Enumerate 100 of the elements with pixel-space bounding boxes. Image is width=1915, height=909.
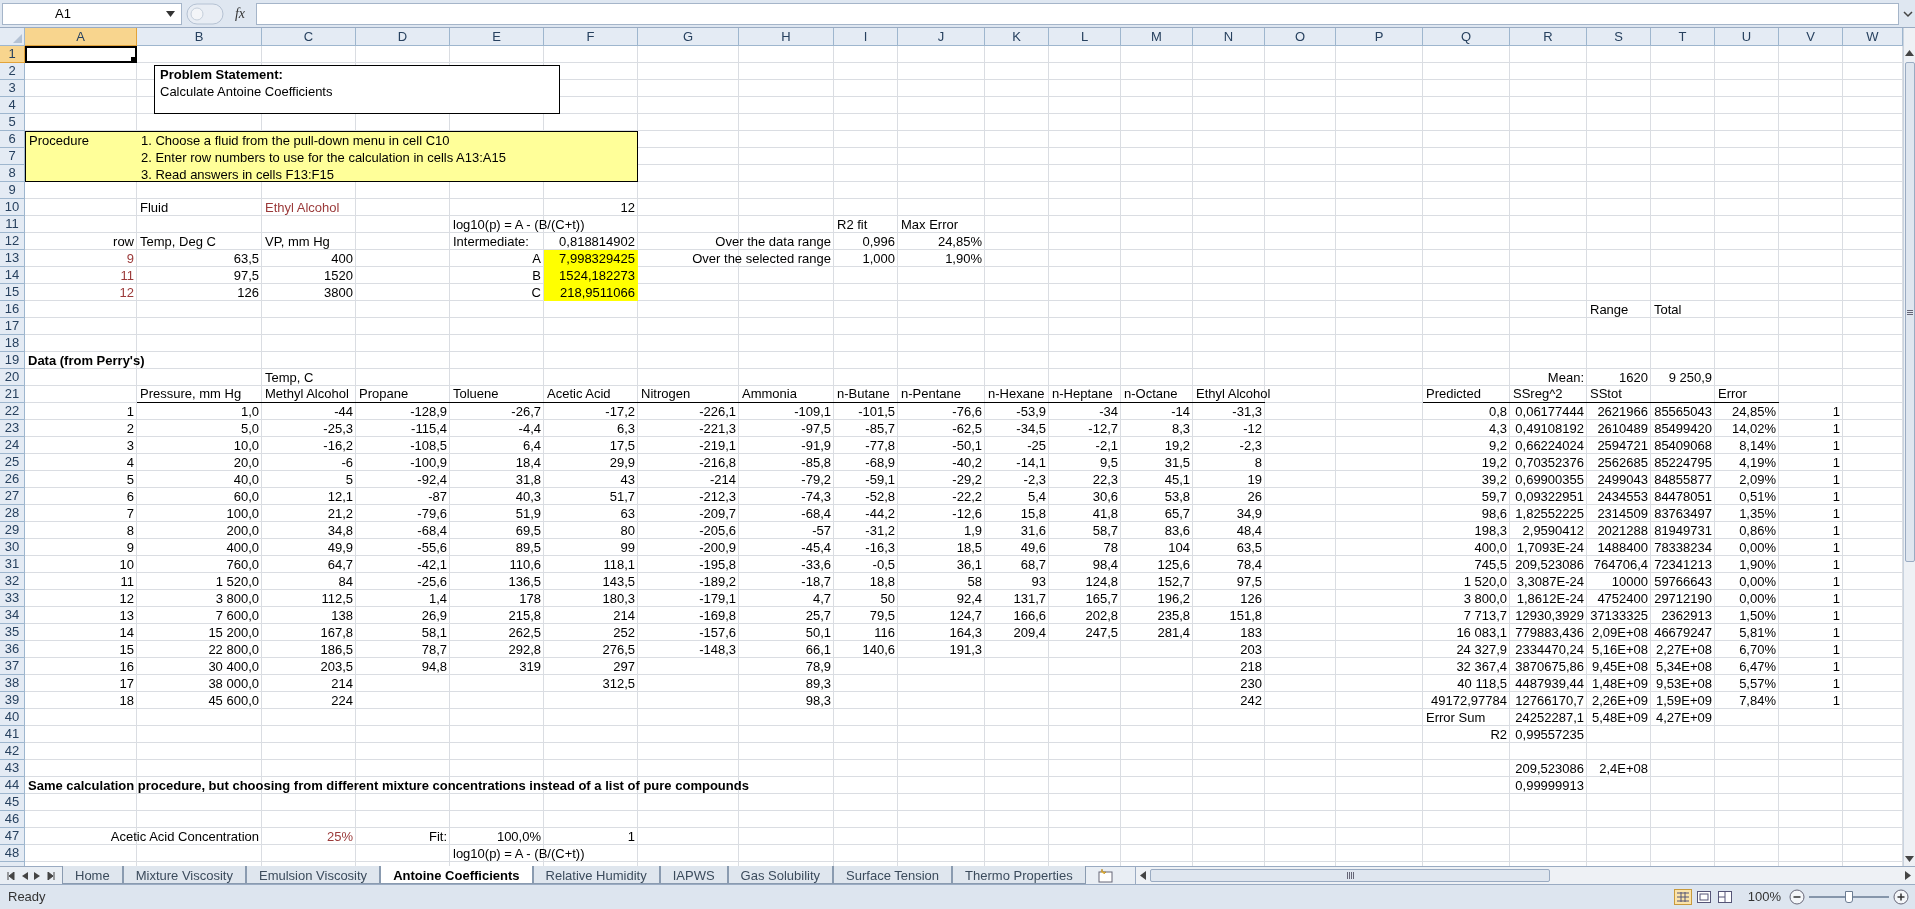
row-header[interactable]: 26 — [0, 471, 25, 488]
row-header[interactable]: 33 — [0, 590, 25, 607]
row-header[interactable]: 2 — [0, 63, 25, 80]
sheet-tab[interactable]: Home — [62, 866, 123, 884]
column-header[interactable]: Q — [1423, 28, 1510, 46]
column-header[interactable]: C — [262, 28, 356, 46]
row-header[interactable]: 41 — [0, 726, 25, 743]
sheet-tab[interactable]: Antoine Coefficients — [380, 866, 533, 884]
column-header[interactable]: P — [1336, 28, 1423, 46]
row-header[interactable]: 18 — [0, 335, 25, 352]
row-header[interactable]: 29 — [0, 522, 25, 539]
column-header[interactable]: W — [1843, 28, 1903, 46]
sheet-tab[interactable]: Emulsion Viscosity — [246, 866, 381, 884]
sheet-tab[interactable]: Surface Tension — [833, 866, 953, 884]
sheet-tab[interactable]: Relative Humidity — [532, 866, 660, 884]
column-header[interactable]: U — [1715, 28, 1779, 46]
row-header[interactable]: 36 — [0, 641, 25, 658]
row-header[interactable]: 43 — [0, 760, 25, 777]
row-header[interactable]: 17 — [0, 318, 25, 335]
row-header[interactable]: 4 — [0, 97, 25, 114]
zoom-slider[interactable] — [1809, 891, 1889, 903]
column-header[interactable]: S — [1587, 28, 1651, 46]
column-header[interactable]: I — [834, 28, 898, 46]
normal-view-icon[interactable] — [1673, 889, 1692, 905]
zoom-level[interactable]: 100% — [1747, 887, 1781, 907]
last-sheet-icon[interactable] — [46, 871, 55, 880]
column-header[interactable]: V — [1779, 28, 1843, 46]
column-header[interactable]: B — [137, 28, 262, 46]
row-header[interactable]: 22 — [0, 403, 25, 420]
first-sheet-icon[interactable] — [7, 871, 16, 880]
row-header[interactable]: 1 — [0, 46, 25, 63]
formula-input[interactable] — [256, 2, 1899, 25]
new-sheet-icon[interactable] — [1095, 868, 1114, 883]
zoom-in-icon[interactable] — [1893, 889, 1909, 905]
row-header[interactable]: 27 — [0, 488, 25, 505]
chevron-down-icon[interactable] — [1903, 9, 1913, 18]
sheet-tab[interactable]: Thermo Properties — [952, 866, 1086, 884]
row-header[interactable]: 21 — [0, 386, 25, 403]
row-header[interactable]: 39 — [0, 692, 25, 709]
column-header[interactable]: O — [1265, 28, 1336, 46]
selected-cell[interactable] — [25, 46, 137, 63]
sheet-tab[interactable]: IAPWS — [659, 866, 728, 884]
row-header[interactable]: 48 — [0, 845, 25, 862]
row-header[interactable]: 3 — [0, 80, 25, 97]
column-header[interactable]: R — [1510, 28, 1587, 46]
row-header[interactable]: 6 — [0, 131, 25, 148]
row-header[interactable]: 10 — [0, 199, 25, 216]
sheet-tab[interactable]: Gas Solubility — [727, 866, 834, 884]
row-header[interactable]: 8 — [0, 165, 25, 182]
row-header[interactable]: 12 — [0, 233, 25, 250]
row-header[interactable]: 24 — [0, 437, 25, 454]
row-header[interactable]: 13 — [0, 250, 25, 267]
right-arrow-icon[interactable] — [1905, 871, 1911, 880]
row-header[interactable]: 15 — [0, 284, 25, 301]
next-sheet-icon[interactable] — [34, 871, 41, 880]
row-header[interactable]: 38 — [0, 675, 25, 692]
row-header[interactable]: 46 — [0, 811, 25, 828]
column-header[interactable]: A — [25, 28, 137, 46]
row-header[interactable]: 44 — [0, 777, 25, 794]
row-header[interactable]: 37 — [0, 658, 25, 675]
column-header[interactable]: J — [898, 28, 985, 46]
row-header[interactable]: 30 — [0, 539, 25, 556]
column-header[interactable]: F — [544, 28, 638, 46]
page-layout-icon[interactable] — [1694, 889, 1713, 905]
row-header[interactable]: 7 — [0, 148, 25, 165]
row-header[interactable]: 45 — [0, 794, 25, 811]
column-header[interactable]: E — [450, 28, 544, 46]
up-arrow-icon[interactable] — [1905, 50, 1914, 56]
row-header[interactable]: 28 — [0, 505, 25, 522]
column-header[interactable]: G — [638, 28, 739, 46]
column-header[interactable]: M — [1121, 28, 1193, 46]
row-header[interactable]: 23 — [0, 420, 25, 437]
row-header[interactable]: 5 — [0, 114, 25, 131]
row-header[interactable]: 32 — [0, 573, 25, 590]
row-header[interactable]: 42 — [0, 743, 25, 760]
down-arrow-icon[interactable] — [1905, 856, 1914, 862]
input-cell[interactable]: Ethyl Alcohol — [265, 197, 340, 218]
column-header[interactable]: H — [739, 28, 834, 46]
column-header[interactable]: N — [1193, 28, 1265, 46]
column-header[interactable]: T — [1651, 28, 1715, 46]
row-header[interactable]: 9 — [0, 182, 25, 199]
row-header[interactable]: 19 — [0, 352, 25, 369]
zoom-out-icon[interactable] — [1789, 889, 1805, 905]
row-header[interactable]: 47 — [0, 828, 25, 845]
column-header[interactable]: K — [985, 28, 1049, 46]
column-header[interactable]: L — [1049, 28, 1121, 46]
row-header[interactable]: 16 — [0, 301, 25, 318]
input-cell[interactable]: 25% — [326, 826, 353, 847]
row-header[interactable]: 40 — [0, 709, 25, 726]
horizontal-scrollbar[interactable] — [1135, 867, 1915, 884]
page-break-icon[interactable] — [1715, 889, 1734, 905]
column-header[interactable]: D — [356, 28, 450, 46]
row-header[interactable]: 25 — [0, 454, 25, 471]
insert-function-button[interactable]: fx — [228, 3, 252, 24]
sheet-tab[interactable]: Mixture Viscosity — [122, 866, 246, 884]
previous-sheet-icon[interactable] — [21, 871, 28, 880]
row-header[interactable]: 35 — [0, 624, 25, 641]
row-header[interactable]: 14 — [0, 267, 25, 284]
vertical-scrollbar[interactable] — [1903, 28, 1915, 866]
row-header[interactable]: 34 — [0, 607, 25, 624]
